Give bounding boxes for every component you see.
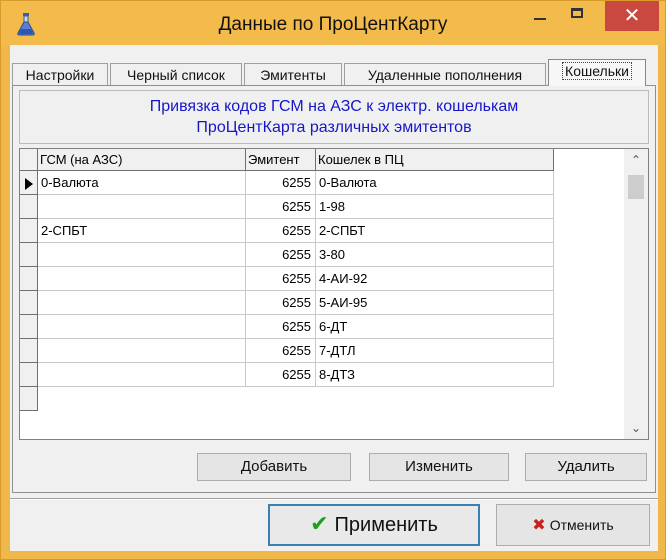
add-button[interactable]: Добавить bbox=[197, 453, 351, 481]
grid-header-indicator bbox=[20, 149, 38, 171]
tab-remote-topups[interactable]: Удаленные пополнения bbox=[344, 63, 546, 85]
table-row[interactable]: 6255 3-80 bbox=[20, 243, 624, 267]
cancel-button[interactable]: ✖ Отменить bbox=[496, 504, 650, 546]
footer-separator bbox=[10, 498, 658, 500]
close-icon: ✕ bbox=[623, 3, 641, 27]
cell-gsm[interactable] bbox=[38, 291, 246, 315]
title-bar[interactable]: Данные по ПроЦентКарту ✕ bbox=[1, 1, 665, 45]
tab-strip: Настройки Черный список Эмитенты Удаленн… bbox=[10, 59, 658, 86]
cell-emitent[interactable]: 6255 bbox=[246, 171, 316, 195]
cell-emitent[interactable]: 6255 bbox=[246, 267, 316, 291]
cell-wallet[interactable]: 4-АИ-92 bbox=[316, 267, 554, 291]
cell-gsm[interactable]: 0-Валюта bbox=[38, 171, 246, 195]
cell-emitent[interactable]: 6255 bbox=[246, 339, 316, 363]
cell-emitent[interactable]: 6255 bbox=[246, 315, 316, 339]
panel-heading-line1: Привязка кодов ГСМ на АЗС к электр. коше… bbox=[149, 98, 519, 115]
close-button[interactable]: ✕ bbox=[605, 1, 659, 31]
app-window: Данные по ПроЦентКарту ✕ Настройки Черны… bbox=[0, 0, 666, 560]
column-header-wallet[interactable]: Кошелек в ПЦ bbox=[316, 149, 554, 171]
minimize-icon bbox=[534, 18, 546, 20]
cell-emitent[interactable]: 6255 bbox=[246, 219, 316, 243]
cell-gsm[interactable] bbox=[38, 243, 246, 267]
cell-wallet[interactable]: 5-АИ-95 bbox=[316, 291, 554, 315]
tab-emitents[interactable]: Эмитенты bbox=[244, 63, 342, 85]
table-row[interactable]: 0-Валюта 6255 0-Валюта bbox=[20, 171, 624, 195]
table-row[interactable]: 6255 8-ДТЗ bbox=[20, 363, 624, 387]
cell-emitent[interactable]: 6255 bbox=[246, 195, 316, 219]
checkmark-icon: ✔ bbox=[310, 512, 329, 537]
table-row[interactable]: 6255 4-АИ-92 bbox=[20, 267, 624, 291]
row-indicator[interactable] bbox=[20, 387, 38, 411]
cell-wallet[interactable]: 7-ДТЛ bbox=[316, 339, 554, 363]
cell-emitent[interactable]: 6255 bbox=[246, 363, 316, 387]
wallet-mapping-grid[interactable]: ГСМ (на АЗС) Эмитент Кошелек в ПЦ 0-Валю… bbox=[19, 148, 649, 440]
edit-button[interactable]: Изменить bbox=[369, 453, 509, 481]
tab-blacklist[interactable]: Черный список bbox=[110, 63, 242, 85]
cell-emitent[interactable]: 6255 bbox=[246, 243, 316, 267]
dialog-body: Настройки Черный список Эмитенты Удаленн… bbox=[10, 45, 658, 551]
cancel-label: Отменить bbox=[549, 517, 614, 533]
cell-wallet[interactable]: 6-ДТ bbox=[316, 315, 554, 339]
column-header-gsm[interactable]: ГСМ (на АЗС) bbox=[38, 149, 246, 171]
scroll-up-icon[interactable]: ⌃ bbox=[624, 149, 648, 171]
cell-gsm[interactable] bbox=[38, 267, 246, 291]
row-indicator[interactable] bbox=[20, 243, 38, 267]
panel-heading-line2: ПроЦентКарта различных эмитентов bbox=[196, 119, 472, 136]
table-row[interactable]: 6255 1-98 bbox=[20, 195, 624, 219]
table-row[interactable] bbox=[20, 387, 624, 411]
current-row-arrow-icon bbox=[25, 178, 33, 190]
heading-panel: Привязка кодов ГСМ на АЗС к электр. коше… bbox=[19, 90, 649, 144]
delete-button[interactable]: Удалить bbox=[525, 453, 647, 481]
cell-gsm[interactable] bbox=[38, 195, 246, 219]
row-indicator[interactable] bbox=[20, 315, 38, 339]
column-header-emitent[interactable]: Эмитент bbox=[246, 149, 316, 171]
cell-gsm[interactable] bbox=[38, 315, 246, 339]
tab-wallets[interactable]: Кошельки bbox=[548, 59, 646, 86]
row-indicator[interactable] bbox=[20, 267, 38, 291]
minimize-button[interactable] bbox=[525, 1, 555, 31]
row-indicator[interactable] bbox=[20, 363, 38, 387]
table-row[interactable]: 6255 6-ДТ bbox=[20, 315, 624, 339]
row-indicator[interactable] bbox=[20, 219, 38, 243]
cell-emitent[interactable]: 6255 bbox=[246, 291, 316, 315]
scroll-thumb[interactable] bbox=[628, 175, 644, 199]
table-row[interactable]: 2-СПБТ 6255 2-СПБТ bbox=[20, 219, 624, 243]
apply-label: Применить bbox=[334, 514, 438, 536]
cell-wallet[interactable]: 8-ДТЗ bbox=[316, 363, 554, 387]
cell-wallet[interactable]: 3-80 bbox=[316, 243, 554, 267]
wallets-tab-panel: Привязка кодов ГСМ на АЗС к электр. коше… bbox=[12, 85, 656, 493]
cell-gsm[interactable] bbox=[38, 339, 246, 363]
apply-button[interactable]: ✔ Применить bbox=[268, 504, 480, 546]
maximize-button[interactable] bbox=[563, 1, 593, 31]
grid-vertical-scrollbar[interactable]: ⌃ ⌄ bbox=[624, 149, 648, 439]
row-indicator[interactable] bbox=[20, 339, 38, 363]
cell-wallet[interactable]: 2-СПБТ bbox=[316, 219, 554, 243]
cell-gsm[interactable] bbox=[38, 363, 246, 387]
row-indicator[interactable] bbox=[20, 171, 38, 195]
cell-gsm[interactable]: 2-СПБТ bbox=[38, 219, 246, 243]
tab-settings[interactable]: Настройки bbox=[12, 63, 108, 85]
cell-wallet[interactable]: 1-98 bbox=[316, 195, 554, 219]
cross-icon: ✖ bbox=[532, 515, 546, 534]
scroll-down-icon[interactable]: ⌄ bbox=[624, 417, 648, 439]
table-row[interactable]: 6255 5-АИ-95 bbox=[20, 291, 624, 315]
row-indicator[interactable] bbox=[20, 195, 38, 219]
row-indicator[interactable] bbox=[20, 291, 38, 315]
cell-wallet[interactable]: 0-Валюта bbox=[316, 171, 554, 195]
table-row[interactable]: 6255 7-ДТЛ bbox=[20, 339, 624, 363]
maximize-icon bbox=[571, 8, 583, 18]
